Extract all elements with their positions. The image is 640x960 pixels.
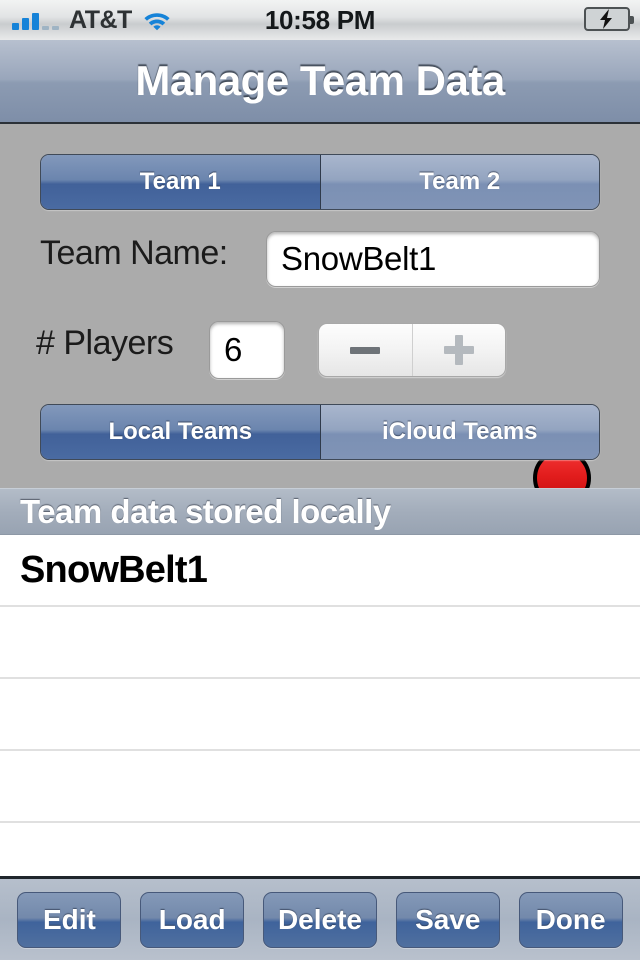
table-row[interactable]: SnowBelt1 [0,535,640,607]
players-count-label: # Players [36,324,174,362]
segment-local-teams[interactable]: Local Teams [41,405,320,459]
players-stepper[interactable] [318,323,506,377]
team-segmented-control[interactable]: Team 1 Team 2 [40,154,600,210]
battery-charging-icon [584,7,634,31]
segment-team-2[interactable]: Team 2 [319,155,599,209]
done-button[interactable]: Done [518,891,623,948]
plus-icon [443,335,474,365]
section-header: Team data stored locally [0,488,640,535]
delete-button[interactable]: Delete [262,891,377,948]
section-header-label: Team data stored locally [20,492,391,530]
status-bar: AT&T 10:58 PM [0,0,640,41]
status-bar-right [584,7,634,31]
team-name-label: Team Name: [40,234,228,272]
list-item-label: SnowBelt1 [20,548,208,591]
table-row[interactable] [0,607,640,679]
players-count-input[interactable]: 6 [209,321,285,379]
app-screen: AT&T 10:58 PM Manage Team Data Team 1 Te… [0,0,640,960]
storage-segmented-control[interactable]: Local Teams iCloud Teams [40,404,600,460]
load-button[interactable]: Load [140,891,245,948]
table-row[interactable] [0,751,640,823]
team-name-input[interactable]: SnowBelt1 [266,231,600,287]
table-row[interactable] [0,679,640,751]
edit-button[interactable]: Edit [17,891,122,948]
bottom-toolbar: Edit Load Delete Save Done [0,876,640,960]
team-list[interactable]: SnowBelt1 [0,535,640,895]
page-title: Manage Team Data [135,57,505,104]
clock-label: 10:58 PM [264,4,376,35]
navigation-bar: Manage Team Data [0,40,640,124]
segment-icloud-teams[interactable]: iCloud Teams [319,405,599,459]
save-button[interactable]: Save [395,891,500,948]
segment-team-1[interactable]: Team 1 [41,155,320,209]
minus-icon [350,346,381,354]
stepper-increment-button[interactable] [411,324,506,376]
form-panel: Team 1 Team 2 Team Name: SnowBelt1 # Pla… [0,126,640,507]
stepper-decrement-button[interactable] [319,324,412,376]
